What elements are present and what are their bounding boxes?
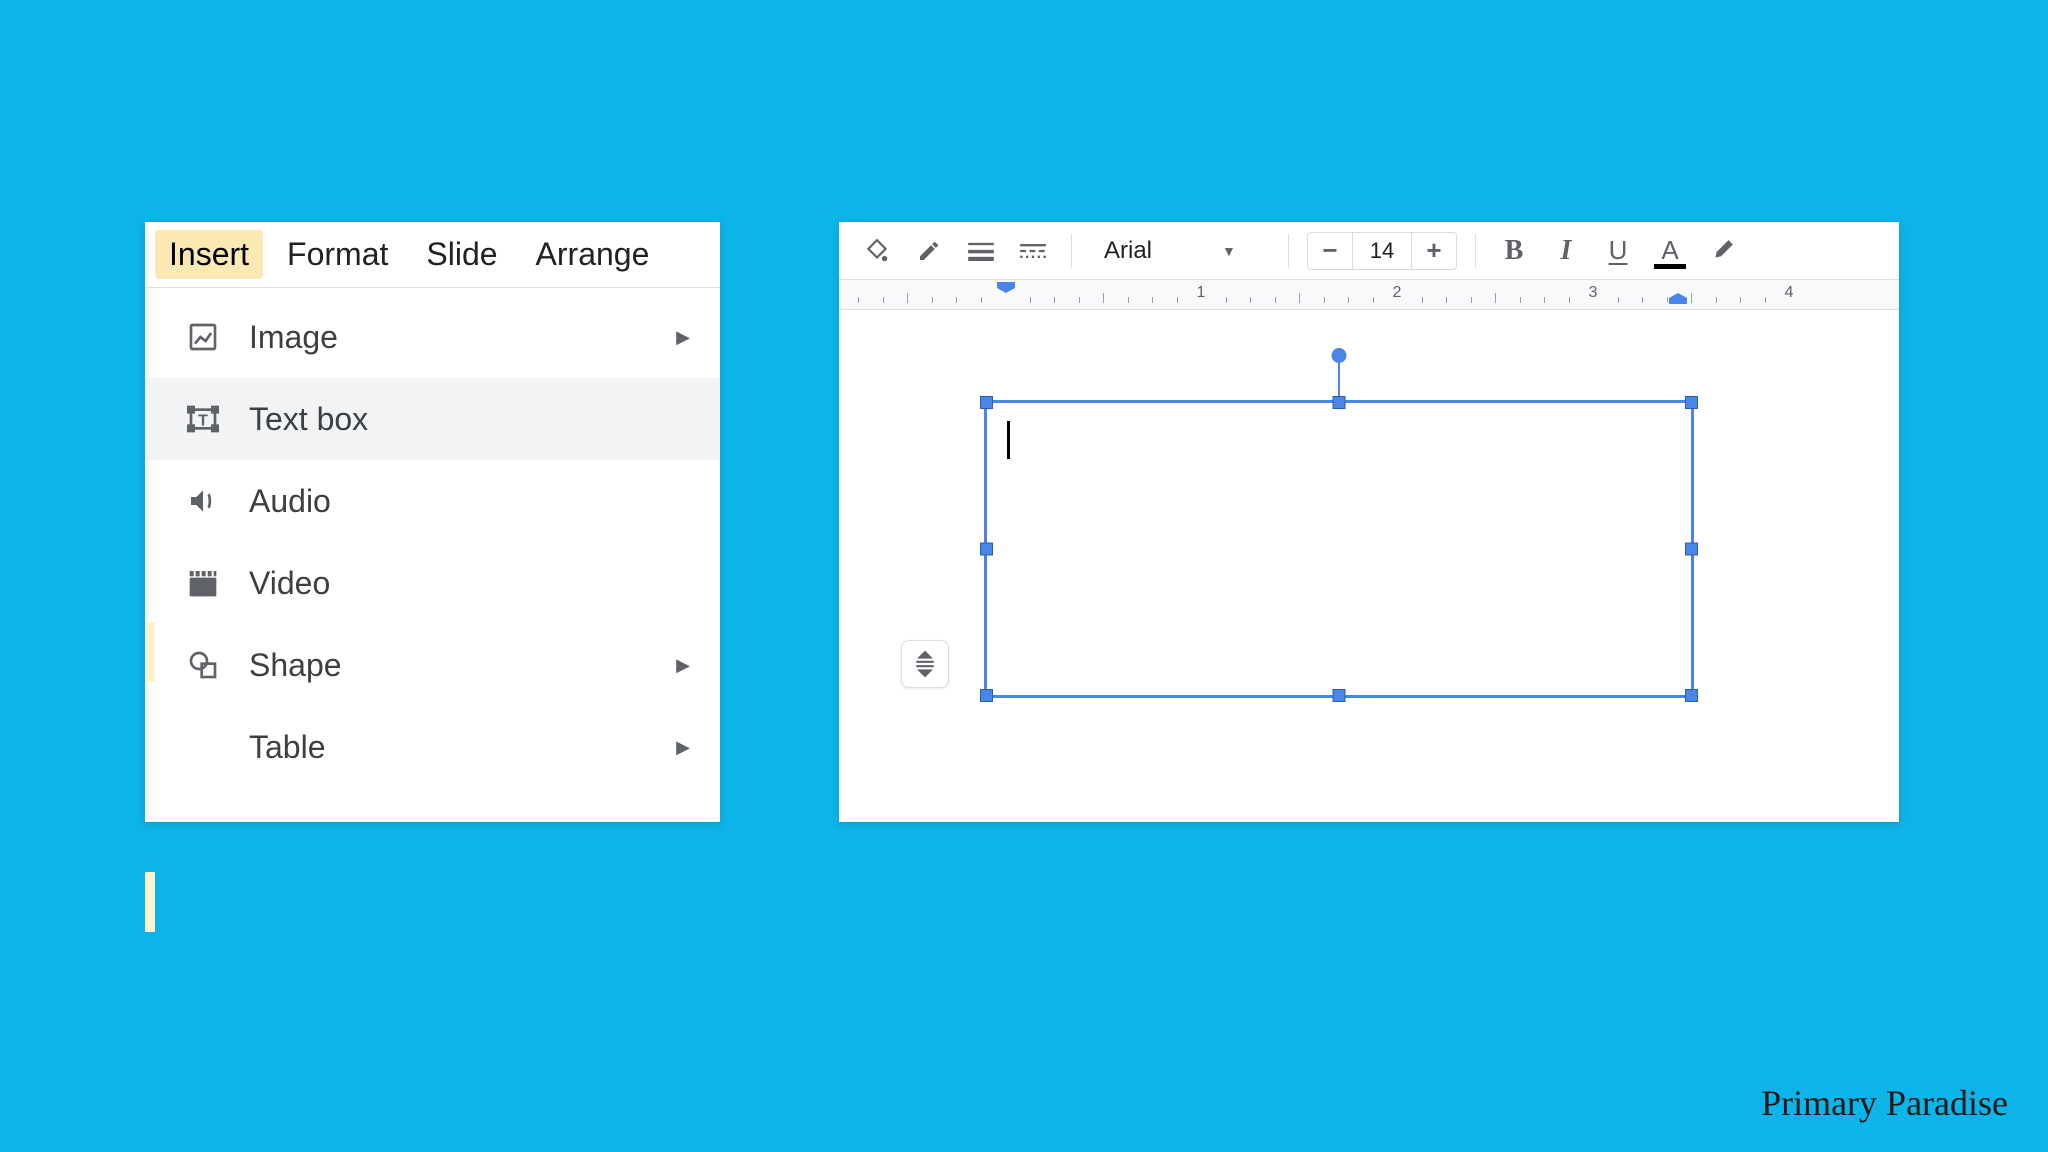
menu-item-image[interactable]: Image ▶: [145, 296, 720, 378]
menu-item-label: Image: [249, 319, 676, 356]
menu-item-table[interactable]: Table ▶: [145, 706, 720, 788]
insert-menu-panel: Insert Format Slide Arrange Image ▶ T Te…: [145, 222, 720, 822]
selected-textbox[interactable]: [984, 400, 1694, 698]
resize-handle-tm[interactable]: [1333, 396, 1346, 409]
shape-icon: [185, 647, 221, 683]
rotate-connector: [1338, 361, 1340, 401]
resize-handle-mr[interactable]: [1685, 543, 1698, 556]
font-size-increase[interactable]: +: [1412, 233, 1456, 269]
ruler-mark: 4: [1785, 284, 1794, 302]
menu-format[interactable]: Format: [273, 230, 402, 279]
video-icon: [185, 565, 221, 601]
chevron-right-icon: ▶: [676, 655, 690, 676]
text-cursor: [1007, 421, 1010, 459]
textbox-icon: T: [185, 401, 221, 437]
audio-icon: [185, 483, 221, 519]
toolbar-divider: [1475, 234, 1476, 268]
watermark: Primary Paradise: [1761, 1082, 2008, 1124]
bold-button[interactable]: B: [1494, 231, 1534, 271]
menu-arrange[interactable]: Arrange: [522, 230, 664, 279]
text-color-swatch: [1654, 264, 1686, 269]
font-size-group: − 14 +: [1307, 232, 1457, 270]
menu-item-shape[interactable]: Shape ▶: [145, 624, 720, 706]
editor-panel: Arial ▼ − 14 + B I U A 1 2 3 4: [839, 222, 1899, 822]
chevron-down-icon: ▼: [1222, 243, 1236, 259]
ruler-mark: 1: [1197, 284, 1206, 302]
resize-vertical-button[interactable]: [901, 640, 949, 688]
toolbar-divider: [1288, 234, 1289, 268]
menu-item-label: Video: [249, 565, 690, 602]
right-indent-marker[interactable]: [1669, 291, 1687, 309]
menu-item-label: Text box: [249, 401, 690, 438]
chevron-right-icon: ▶: [676, 327, 690, 348]
menu-item-label: Shape: [249, 647, 676, 684]
font-name: Arial: [1104, 237, 1152, 265]
underline-button[interactable]: U: [1598, 231, 1638, 271]
menu-slide[interactable]: Slide: [412, 230, 511, 279]
ruler-mark: 2: [1393, 284, 1402, 302]
resize-handle-bm[interactable]: [1333, 689, 1346, 702]
border-color-button[interactable]: [909, 231, 949, 271]
slide-sliver: [145, 872, 155, 932]
font-family-select[interactable]: Arial ▼: [1090, 237, 1270, 265]
chevron-right-icon: ▶: [676, 737, 690, 758]
resize-handle-tr[interactable]: [1685, 396, 1698, 409]
border-weight-button[interactable]: [961, 231, 1001, 271]
image-icon: [185, 319, 221, 355]
resize-handle-br[interactable]: [1685, 689, 1698, 702]
toolbar-divider: [1071, 234, 1072, 268]
menu-item-label: Table: [249, 729, 676, 766]
horizontal-ruler[interactable]: 1 2 3 4: [839, 280, 1899, 310]
formatting-toolbar: Arial ▼ − 14 + B I U A: [839, 222, 1899, 280]
fill-color-button[interactable]: [857, 231, 897, 271]
ruler-mark: 3: [1589, 284, 1598, 302]
menu-insert[interactable]: Insert: [155, 230, 263, 279]
svg-text:T: T: [198, 413, 208, 430]
menubar: Insert Format Slide Arrange: [145, 222, 720, 288]
highlight-button[interactable]: [1702, 231, 1742, 271]
italic-button[interactable]: I: [1546, 231, 1586, 271]
slide-canvas[interactable]: [839, 310, 1899, 822]
text-color-letter: A: [1661, 235, 1678, 266]
insert-dropdown: Image ▶ T Text box Audio Video Shap: [145, 288, 720, 796]
resize-handle-ml[interactable]: [980, 543, 993, 556]
border-dash-button[interactable]: [1013, 231, 1053, 271]
menu-item-textbox[interactable]: T Text box: [145, 378, 720, 460]
font-size-input[interactable]: 14: [1352, 233, 1412, 269]
menu-item-audio[interactable]: Audio: [145, 460, 720, 542]
slide-sliver: [145, 622, 155, 682]
menu-item-video[interactable]: Video: [145, 542, 720, 624]
text-color-button[interactable]: A: [1650, 231, 1690, 271]
rotate-handle[interactable]: [1332, 348, 1347, 363]
resize-handle-tl[interactable]: [980, 396, 993, 409]
font-size-decrease[interactable]: −: [1308, 233, 1352, 269]
first-line-indent-marker[interactable]: [997, 280, 1015, 298]
resize-handle-bl[interactable]: [980, 689, 993, 702]
menu-item-label: Audio: [249, 483, 690, 520]
